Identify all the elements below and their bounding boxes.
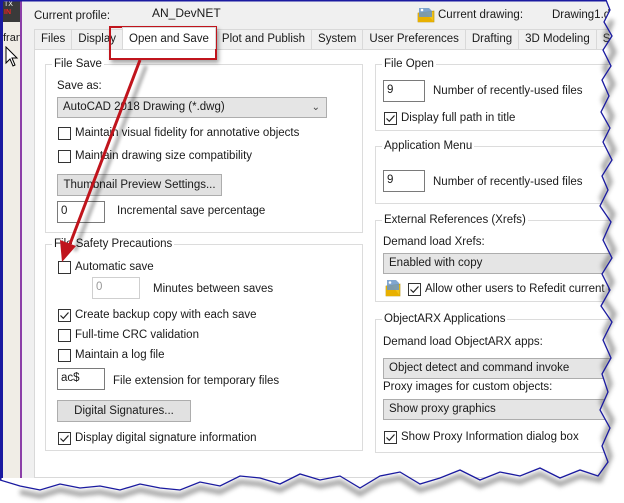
temp-extension-label: File extension for temporary files: [113, 375, 280, 387]
size-compat-checkbox[interactable]: [58, 150, 71, 163]
digital-signature-info-label: Display digital signature information: [75, 432, 257, 444]
checkmark-icon: [386, 434, 395, 442]
temp-extension-input[interactable]: ac$: [57, 368, 105, 390]
tab-plot-and-publish[interactable]: Plot and Publish: [214, 29, 313, 49]
log-file-checkbox[interactable]: [58, 349, 71, 362]
tab-files[interactable]: Files: [34, 29, 73, 49]
proxy-dialog-label: Show Proxy Information dialog box: [401, 431, 579, 443]
drawing-file-icon: [417, 8, 435, 23]
xrefs-title: External References (Xrefs): [384, 214, 526, 226]
display-full-path-label: Display full path in title: [401, 112, 516, 124]
backup-copy-label: Create backup copy with each save: [75, 309, 257, 321]
background-app-strip: TX IN fran: [0, 0, 22, 478]
incremental-save-label: Incremental save percentage: [117, 205, 266, 217]
file-safety-title: File Safety Precautions: [54, 238, 173, 250]
crc-validation-label: Full-time CRC validation: [75, 329, 199, 341]
save-as-value: AutoCAD 2018 Drawing (*.dwg): [63, 101, 225, 113]
log-file-label: Maintain a log file: [75, 349, 165, 361]
tab-system[interactable]: System: [311, 29, 364, 49]
demand-load-arx-dropdown[interactable]: Object detect and command invoke: [383, 358, 624, 379]
app-menu-recent-input[interactable]: 9: [383, 170, 425, 192]
refedit-label: Allow other users to Refedit current dra…: [425, 283, 624, 295]
profile-row: Current profile: AN_DevNET Current drawi…: [34, 6, 624, 26]
save-as-dropdown[interactable]: AutoCAD 2018 Drawing (*.dwg) ⌄: [57, 97, 327, 118]
file-open-title: File Open: [384, 58, 434, 70]
file-open-recent-label: Number of recently-used files: [433, 85, 583, 97]
automatic-save-checkbox[interactable]: [58, 261, 71, 274]
file-open-recent-input[interactable]: 9: [383, 80, 425, 102]
app-menu-recent-label: Number of recently-used files: [433, 176, 583, 188]
size-compat-label: Maintain drawing size compatibility: [75, 150, 253, 162]
incremental-save-input[interactable]: 0: [57, 201, 105, 223]
refedit-checkbox[interactable]: [408, 283, 421, 296]
tab-display[interactable]: Display: [71, 29, 123, 49]
current-profile-label: Current profile:: [34, 10, 111, 22]
display-full-path-checkbox[interactable]: [384, 112, 397, 125]
checkmark-icon: [410, 286, 419, 294]
demand-load-xrefs-label: Demand load Xrefs:: [383, 236, 485, 248]
tab-drafting[interactable]: Drafting: [464, 29, 520, 49]
application-menu-title: Application Menu: [384, 140, 473, 152]
tab-selection[interactable]: Selection: [595, 29, 624, 49]
demand-load-arx-label: Demand load ObjectARX apps:: [383, 336, 543, 348]
proxy-images-value: Show proxy graphics: [389, 403, 496, 415]
automatic-save-label: Automatic save: [75, 261, 154, 273]
digital-signatures-button[interactable]: Digital Signatures...: [57, 400, 191, 422]
chevron-down-icon: ⌄: [311, 102, 320, 113]
minutes-between-saves-input[interactable]: 0: [92, 277, 140, 299]
tab-strip: Files Display Open and Save Plot and Pub…: [34, 27, 624, 49]
thumbnail-preview-button[interactable]: Thumbnail Preview Settings...: [57, 174, 222, 196]
visual-fidelity-checkbox[interactable]: [58, 127, 71, 140]
current-profile-value: AN_DevNET: [152, 6, 221, 20]
file-save-title: File Save: [54, 58, 102, 70]
checkmark-icon: [386, 115, 395, 123]
current-drawing-label: Current drawing:: [438, 9, 524, 21]
proxy-dialog-checkbox[interactable]: [384, 431, 397, 444]
backup-copy-checkbox[interactable]: [58, 309, 71, 322]
minutes-between-saves-label: Minutes between saves: [153, 283, 274, 295]
tab-3d-modeling[interactable]: 3D Modeling: [518, 29, 597, 49]
proxy-images-label: Proxy images for custom objects:: [383, 381, 553, 393]
demand-load-xrefs-dropdown[interactable]: Enabled with copy: [383, 253, 624, 274]
digital-signature-info-checkbox[interactable]: [58, 432, 71, 445]
crc-validation-checkbox[interactable]: [58, 329, 71, 342]
drawing-file-icon: [385, 280, 401, 297]
corner-text-red: IN: [4, 9, 11, 16]
tab-open-and-save[interactable]: Open and Save: [122, 27, 216, 49]
proxy-images-dropdown[interactable]: Show proxy graphics: [383, 399, 624, 420]
options-dialog: Current profile: AN_DevNET Current drawi…: [22, 0, 624, 478]
tab-user-preferences[interactable]: User Preferences: [362, 29, 466, 49]
screenshot-stage: TX IN fran Current profile: AN_DevNET Cu…: [0, 0, 624, 503]
demand-load-xrefs-value: Enabled with copy: [389, 257, 483, 269]
checkmark-icon: [60, 312, 69, 320]
mouse-cursor-icon: [5, 46, 19, 67]
open-and-save-panel: File Save Save as: AutoCAD 2018 Drawing …: [34, 49, 624, 478]
visual-fidelity-label: Maintain visual fidelity for annotative …: [75, 127, 300, 139]
save-as-label: Save as:: [57, 80, 102, 92]
current-drawing-value: Drawing1.dwg: [552, 9, 624, 21]
objectarx-title: ObjectARX Applications: [384, 313, 506, 325]
demand-load-arx-value: Object detect and command invoke: [389, 362, 570, 374]
corner-text: TX: [4, 1, 13, 8]
checkmark-icon: [60, 435, 69, 443]
